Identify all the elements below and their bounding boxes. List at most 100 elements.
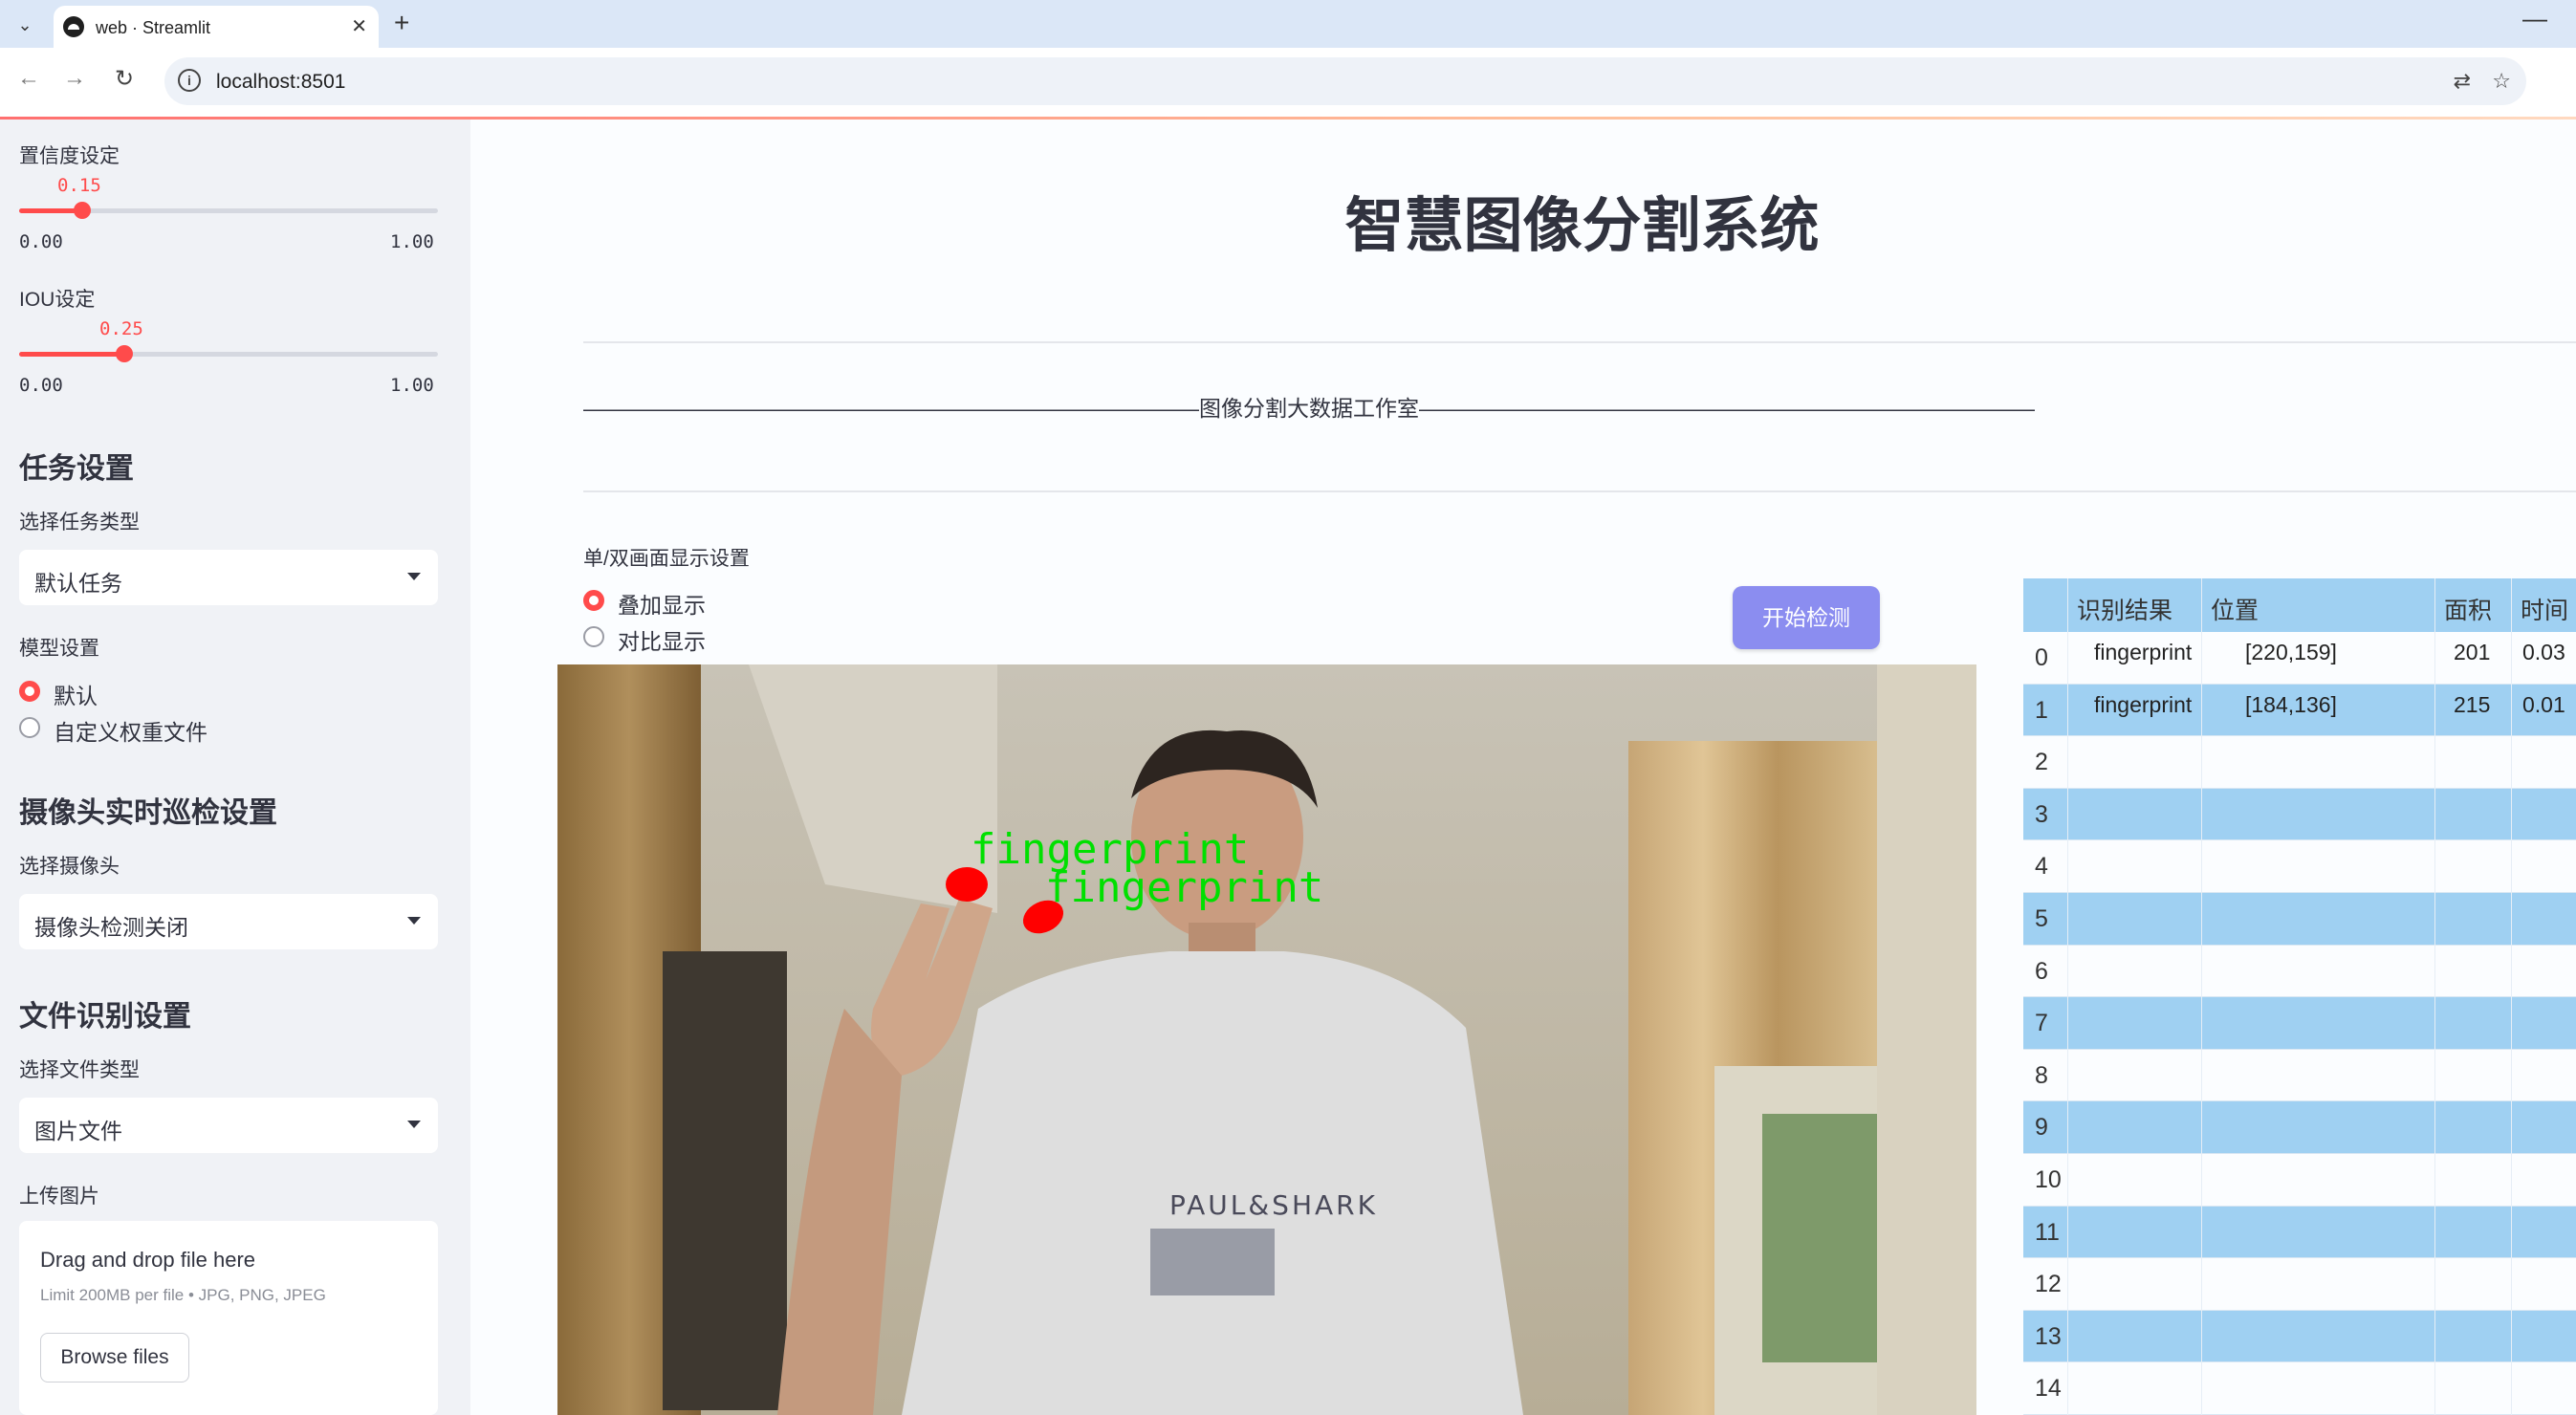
site-info-icon[interactable]: i [178, 69, 201, 92]
position-cell: [184,136] [2245, 691, 2337, 717]
row-index: 6 [2035, 957, 2048, 985]
table-row[interactable]: 8 [2023, 1050, 2576, 1102]
row-index: 8 [2035, 1061, 2048, 1089]
row-index: 2 [2035, 749, 2048, 776]
forward-arrow-icon[interactable]: → [63, 65, 86, 92]
table-header: 识别结果 位置 面积 时间 [2023, 578, 2576, 632]
upload-dropzone-title: Drag and drop file here [40, 1248, 256, 1272]
back-arrow-icon[interactable]: ← [17, 65, 40, 92]
close-icon[interactable]: ✕ [351, 14, 367, 38]
confidence-slider[interactable] [19, 202, 438, 219]
confidence-value: 0.15 [57, 175, 101, 196]
task-settings-heading: 任务设置 [19, 453, 134, 485]
column-header-time[interactable]: 时间 [2521, 592, 2568, 626]
camera-select[interactable]: 摄像头检测关闭 [19, 894, 438, 949]
column-divider [2067, 578, 2068, 1415]
model-settings-label: 模型设置 [19, 638, 99, 660]
table-row[interactable]: 3 [2023, 788, 2576, 841]
table-row[interactable]: 14 [2023, 1362, 2576, 1415]
start-detection-button[interactable]: 开始检测 [1733, 586, 1880, 649]
overlay-display-label[interactable]: 叠加显示 [618, 587, 706, 620]
browser-tab-strip: ⌄ web · Streamlit ✕ + — [0, 0, 2576, 48]
table-row[interactable]: 9 [2023, 1101, 2576, 1154]
table-row[interactable]: 10 [2023, 1154, 2576, 1207]
area-cell: 215 [2454, 691, 2491, 717]
new-tab-plus-icon[interactable]: + [394, 8, 409, 38]
table-row[interactable]: 7 [2023, 997, 2576, 1050]
table-row[interactable]: 2 [2023, 736, 2576, 789]
iou-max: 1.00 [390, 375, 434, 396]
table-row[interactable]: 6 [2023, 946, 2576, 998]
detection-image-view: PAUL&SHARK fingerprint fingerprint [557, 664, 1976, 1415]
task-type-select[interactable]: 默认任务 [19, 550, 438, 605]
reload-icon[interactable]: ↻ [115, 65, 134, 93]
column-header-position[interactable]: 位置 [2211, 592, 2259, 626]
column-divider [2511, 578, 2512, 1415]
confidence-slider-fill [19, 208, 82, 213]
confidence-label: 置信度设定 [19, 145, 120, 167]
file-type-select[interactable]: 图片文件 [19, 1098, 438, 1153]
tab-search-icon[interactable]: ⌄ [10, 10, 40, 40]
model-default-radio[interactable] [19, 681, 40, 702]
address-bar[interactable]: i localhost:8501 ⇄ ☆ [164, 57, 2526, 105]
page-title: 智慧图像分割系统 [1344, 193, 1820, 259]
detection-label: fingerprint [1045, 863, 1324, 912]
task-type-label: 选择任务类型 [19, 512, 140, 533]
row-index: 3 [2035, 800, 2048, 828]
row-index: 5 [2035, 905, 2048, 932]
row-index: 9 [2035, 1114, 2048, 1142]
overlay-display-radio[interactable] [583, 590, 604, 611]
area-cell: 201 [2454, 640, 2491, 664]
table-row[interactable]: 13 [2023, 1310, 2576, 1363]
column-header-result[interactable]: 识别结果 [2077, 592, 2172, 626]
position-cell: [220,159] [2245, 640, 2337, 664]
model-custom-radio[interactable] [19, 717, 40, 738]
row-index: 13 [2035, 1322, 2062, 1350]
row-index: 12 [2035, 1271, 2062, 1298]
minimize-icon[interactable]: — [2522, 4, 2547, 33]
confidence-slider-thumb[interactable] [73, 202, 91, 219]
iou-value: 0.25 [99, 318, 143, 339]
bookmark-star-icon[interactable]: ☆ [2492, 69, 2511, 94]
camera-select-label: 选择摄像头 [19, 856, 120, 878]
iou-slider-thumb[interactable] [115, 345, 133, 362]
display-mode-label: 单/双画面显示设置 [583, 548, 750, 570]
table-row[interactable]: 12 [2023, 1258, 2576, 1311]
upload-limit-text: Limit 200MB per file • JPG, PNG, JPEG [40, 1286, 326, 1304]
row-index: 11 [2035, 1218, 2060, 1246]
url-text[interactable]: localhost:8501 [216, 71, 345, 94]
file-uploader-dropzone[interactable]: Drag and drop file here Limit 200MB per … [19, 1221, 438, 1415]
iou-label: IOU设定 [19, 289, 96, 311]
row-index: 4 [2035, 853, 2048, 881]
model-custom-label[interactable]: 自定义权重文件 [54, 714, 207, 747]
table-row[interactable]: 0 fingerprint [220,159] 201 0.03 [2023, 632, 2576, 685]
table-row[interactable]: 4 [2023, 840, 2576, 893]
result-cell: fingerprint [2094, 691, 2193, 717]
result-cell: fingerprint [2094, 640, 2193, 664]
row-index: 7 [2035, 1010, 2048, 1037]
iou-slider-fill [19, 352, 124, 357]
row-index: 10 [2035, 1166, 2062, 1193]
divider-bottom [583, 490, 2576, 492]
camera-frame-image: PAUL&SHARK [557, 664, 1976, 1415]
compare-display-label[interactable]: 对比显示 [618, 623, 706, 656]
browser-toolbar: ← → ↻ i localhost:8501 ⇄ ☆ [0, 48, 2576, 117]
browser-tab[interactable]: web · Streamlit ✕ [54, 6, 379, 48]
confidence-max: 1.00 [390, 231, 434, 252]
results-table[interactable]: 识别结果 位置 面积 时间 0 fingerprint [220,159] 201 0.… [2023, 578, 2576, 1415]
iou-min: 0.00 [19, 375, 63, 396]
table-row[interactable]: 11 [2023, 1206, 2576, 1259]
confidence-min: 0.00 [19, 231, 63, 252]
column-header-area[interactable]: 面积 [2444, 592, 2492, 626]
model-default-label[interactable]: 默认 [54, 678, 98, 710]
table-row[interactable]: 1 fingerprint [184,136] 215 0.01 [2023, 684, 2576, 737]
tab-title: web · Streamlit [96, 18, 211, 37]
studio-divider-text: ————————————————————————————图像分割大数据工作室——… [583, 396, 2035, 421]
file-settings-heading: 文件识别设置 [19, 1001, 191, 1033]
compare-display-radio[interactable] [583, 626, 604, 647]
iou-slider[interactable] [19, 345, 438, 362]
table-row[interactable]: 5 [2023, 893, 2576, 946]
file-type-value: 图片文件 [34, 1119, 122, 1143]
translate-icon[interactable]: ⇄ [2454, 69, 2471, 94]
browse-files-button[interactable]: Browse files [40, 1333, 189, 1382]
